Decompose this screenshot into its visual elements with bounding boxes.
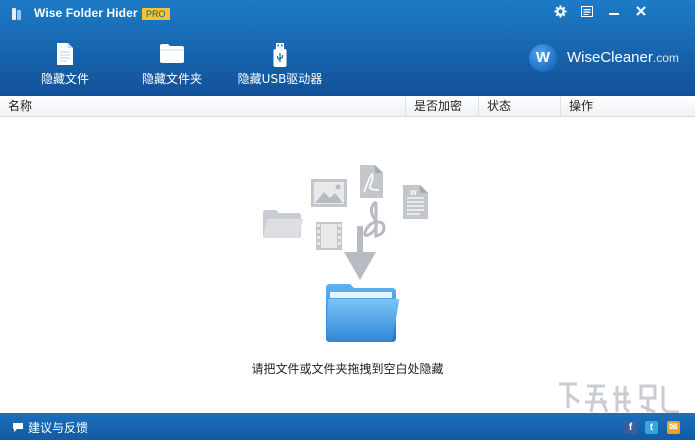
minimize-icon[interactable] — [603, 2, 625, 20]
folder-icon — [160, 44, 184, 63]
grey-folder-icon — [263, 210, 303, 238]
document-icon: W — [403, 185, 428, 219]
wisecleaner-logo-icon: W — [529, 44, 557, 72]
pro-badge: PRO — [142, 8, 170, 20]
film-icon — [316, 222, 342, 250]
drop-area[interactable]: W 请把文件或文件夹拖拽到空白处隐藏 — [0, 117, 695, 413]
drop-illustration: W — [263, 165, 428, 342]
facebook-icon[interactable]: f — [624, 421, 637, 434]
drop-hint-text: 请把文件或文件夹拖拽到空白处隐藏 — [251, 362, 444, 376]
music-note-icon — [363, 200, 386, 238]
twitter-icon[interactable]: t — [645, 421, 658, 434]
hide-usb-label: 隐藏USB驱动器 — [237, 72, 323, 86]
feedback-button[interactable]: 建议与反馈 — [12, 419, 88, 436]
column-name[interactable]: 名称 — [0, 96, 405, 116]
feedback-label: 建议与反馈 — [28, 421, 89, 435]
brand-name-text: WiseCleaner — [567, 49, 653, 66]
file-icon — [57, 43, 73, 65]
brand-name: WiseCleaner.com — [567, 49, 679, 66]
column-encrypted[interactable]: 是否加密 — [405, 96, 478, 116]
chat-bubble-icon — [13, 423, 23, 432]
image-icon — [311, 179, 347, 207]
hide-folder-button[interactable]: 隐藏文件夹 — [132, 40, 212, 90]
brand-domain: .com — [652, 51, 679, 65]
download-site-watermark — [559, 382, 679, 414]
header: Wise Folder Hider PRO 隐藏文件 隐藏文件夹 隐藏USB驱动… — [0, 0, 695, 96]
app-logo-icon — [12, 8, 21, 20]
gear-icon[interactable] — [549, 2, 571, 20]
settings-icon[interactable] — [576, 2, 598, 20]
hide-file-button[interactable]: 隐藏文件 — [30, 40, 100, 90]
column-status[interactable]: 状态 — [478, 96, 560, 116]
list-column-header: 名称 是否加密 状态 操作 — [0, 96, 695, 117]
usb-drive-icon — [273, 43, 287, 67]
app-title: Wise Folder Hider — [34, 6, 138, 20]
column-action[interactable]: 操作 — [560, 96, 695, 116]
title-bar[interactable]: Wise Folder Hider PRO — [0, 0, 695, 28]
pdf-icon — [360, 165, 383, 198]
hide-folder-label: 隐藏文件夹 — [141, 72, 202, 86]
blue-folder-icon — [326, 284, 400, 342]
email-icon[interactable]: ✉ — [667, 421, 680, 434]
hide-usb-button[interactable]: 隐藏USB驱动器 — [234, 40, 326, 90]
status-bar: 建议与反馈 f t ✉ — [0, 413, 695, 440]
hide-file-label: 隐藏文件 — [40, 72, 89, 86]
svg-text:W: W — [410, 190, 417, 197]
close-icon[interactable] — [630, 2, 652, 20]
app-window: Wise Folder Hider PRO 隐藏文件 隐藏文件夹 隐藏USB驱动… — [0, 0, 695, 440]
